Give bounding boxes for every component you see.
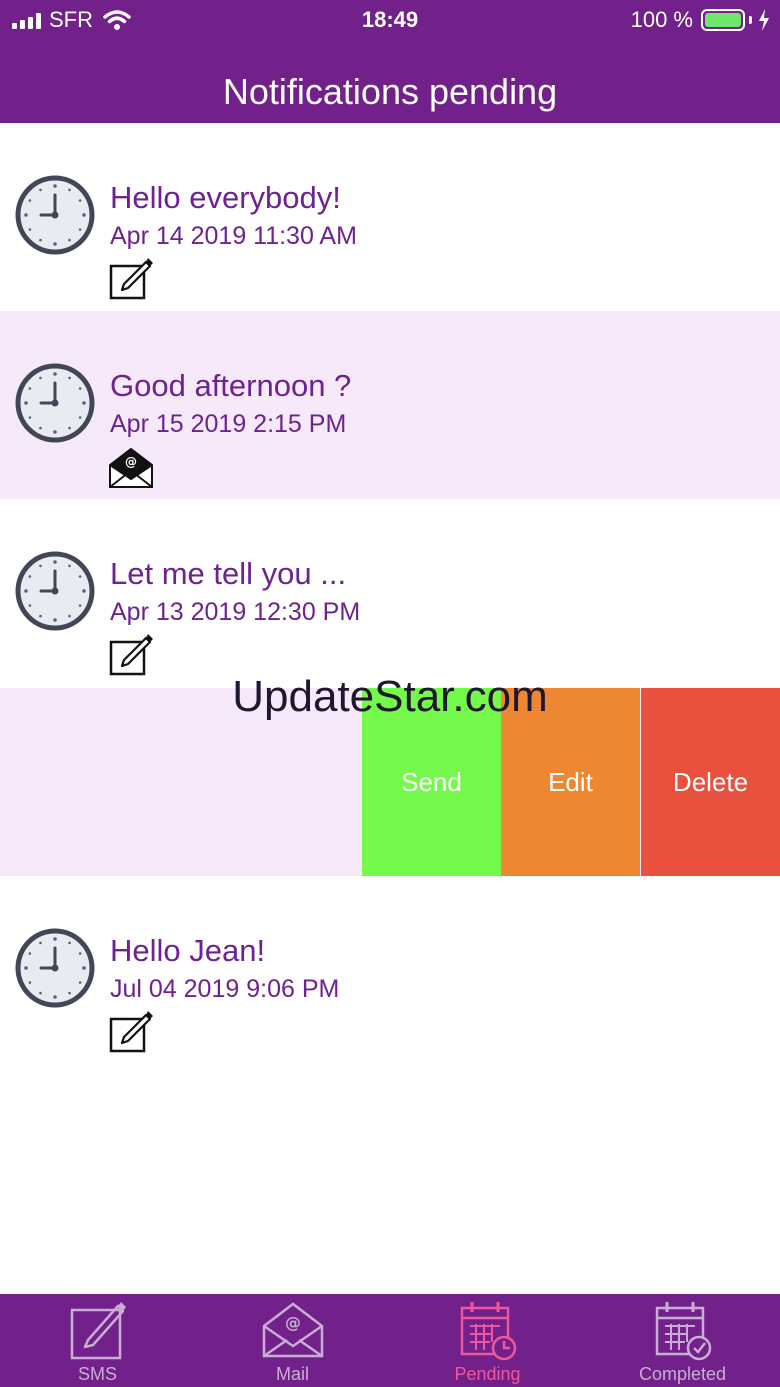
clock-icon xyxy=(15,363,95,443)
mail-icon xyxy=(109,448,153,488)
edit-button[interactable]: Edit xyxy=(501,688,640,876)
edit-icon xyxy=(109,1009,154,1053)
notification-text: Hello Jean! Jul 04 2019 9:06 PM xyxy=(110,931,339,1005)
notification-row[interactable]: Let me tell you ... Apr 13 2019 12:30 PM xyxy=(0,499,780,687)
tab-pending[interactable]: Pending xyxy=(390,1294,585,1387)
clock-icon xyxy=(15,175,95,255)
status-right: 100 % xyxy=(631,7,770,33)
notification-row[interactable]: Good afternoon ? Apr 15 2019 2:15 PM xyxy=(0,311,780,499)
sms-icon xyxy=(70,1302,126,1360)
notification-text: Let me tell you ... Apr 13 2019 12:30 PM xyxy=(110,554,360,628)
battery-icon xyxy=(701,9,745,31)
notification-title: Hello Jean! xyxy=(110,933,266,968)
edit-icon xyxy=(109,632,154,676)
edit-icon xyxy=(109,256,154,300)
notification-title: Let me tell you ... xyxy=(110,556,347,591)
calendar-clock-icon xyxy=(460,1302,516,1361)
page-title: Notifications pending xyxy=(222,71,558,112)
send-button[interactable]: Send xyxy=(362,688,501,876)
notification-title: Good afternoon ? xyxy=(110,368,352,403)
clock-icon xyxy=(15,928,95,1008)
svg-text:@: @ xyxy=(285,1313,301,1332)
notification-row[interactable]: Hello everybody! Apr 14 2019 11:30 AM xyxy=(0,123,780,311)
battery-tip xyxy=(749,16,752,24)
tab-bar: SMS @ Mail Pending Completed xyxy=(0,1294,780,1387)
tab-label: SMS xyxy=(77,1364,117,1384)
mail-icon: @ xyxy=(262,1302,323,1358)
tab-sms[interactable]: SMS xyxy=(0,1294,195,1387)
notification-text: Good afternoon ? Apr 15 2019 2:15 PM xyxy=(110,366,351,440)
calendar-check-icon xyxy=(655,1302,711,1361)
notification-title: Hello everybody! xyxy=(110,180,341,215)
notification-row[interactable]: Hello Jean! Jul 04 2019 9:06 PM xyxy=(0,876,780,1064)
notification-date: Apr 15 2019 2:15 PM xyxy=(110,410,347,438)
notification-date: Jul 04 2019 9:06 PM xyxy=(110,975,340,1003)
tab-completed[interactable]: Completed xyxy=(585,1294,780,1387)
delete-button[interactable]: Delete xyxy=(641,688,780,876)
tab-mail[interactable]: @ Mail xyxy=(195,1294,390,1387)
notification-date: Apr 14 2019 11:30 AM xyxy=(110,222,357,250)
status-bar: SFR 18:49 100 % xyxy=(0,0,780,40)
tab-label: Mail xyxy=(275,1364,309,1384)
notification-text: Hello everybody! Apr 14 2019 11:30 AM xyxy=(110,178,357,252)
clock-icon xyxy=(15,551,95,631)
notification-date: Apr 13 2019 12:30 PM xyxy=(110,598,361,626)
tab-label: Completed xyxy=(638,1364,727,1384)
battery-percent: 100 % xyxy=(630,7,693,32)
tab-label: Pending xyxy=(454,1364,521,1384)
charging-icon xyxy=(759,9,769,31)
app-header: SFR 18:49 100 % Notifications pending xyxy=(0,0,780,123)
swiped-notification-row[interactable]: Send Edit Delete xyxy=(0,688,780,876)
